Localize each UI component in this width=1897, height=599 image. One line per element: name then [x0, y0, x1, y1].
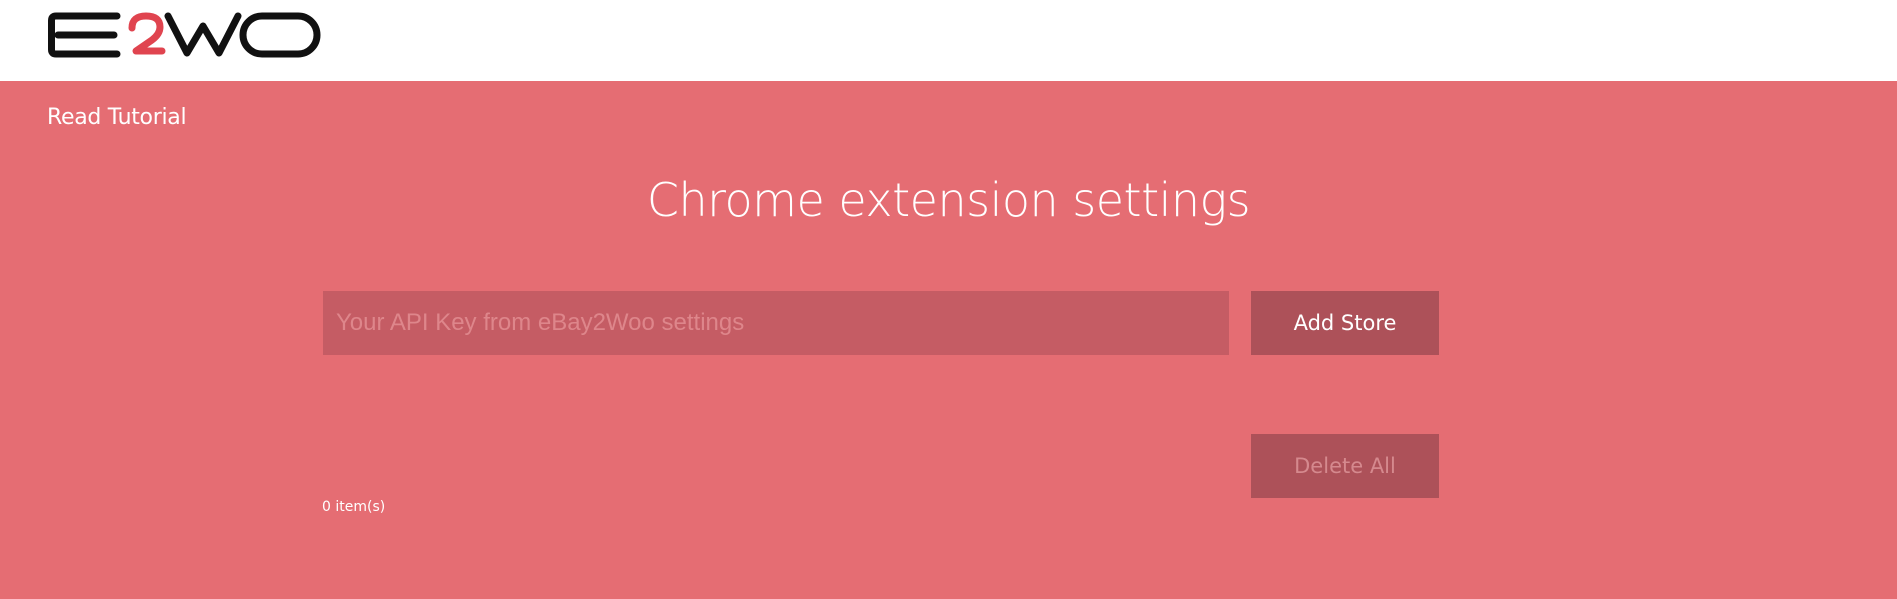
add-store-button[interactable]: Add Store [1251, 291, 1439, 355]
delete-all-button[interactable]: Delete All [1251, 434, 1439, 498]
top-header [0, 0, 1897, 81]
settings-panel: Read Tutorial Chrome extension settings … [0, 81, 1897, 599]
api-key-input[interactable] [323, 291, 1229, 355]
item-count: 0 item(s) [322, 499, 386, 515]
read-tutorial-link[interactable]: Read Tutorial [47, 105, 187, 130]
page-title: Chrome extension settings [646, 173, 1251, 227]
e2wo-logo[interactable] [48, 12, 322, 58]
